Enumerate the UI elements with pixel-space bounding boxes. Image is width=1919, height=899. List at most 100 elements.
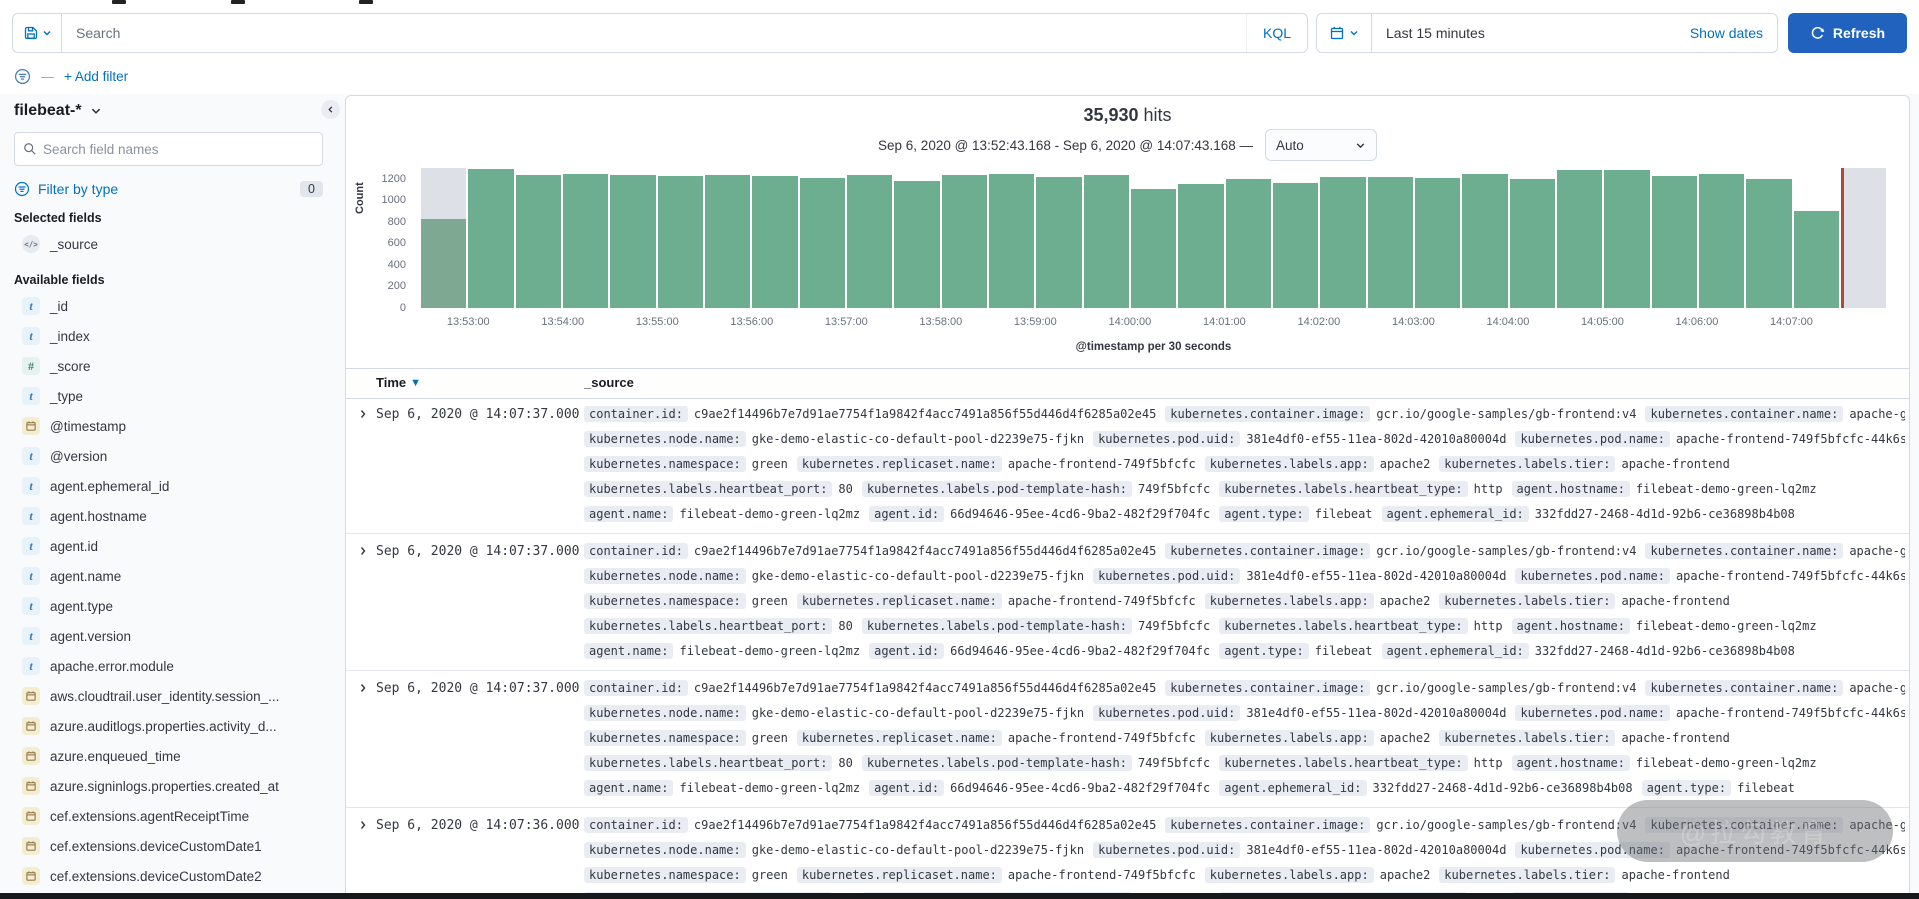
- histogram-bucket-13:59:00[interactable]: [1036, 166, 1081, 308]
- histogram-bucket-13:54:30[interactable]: [610, 166, 655, 308]
- expand-row-button[interactable]: [356, 407, 370, 421]
- field-key-badge: agent.type:: [1219, 643, 1308, 659]
- histogram-bucket-14:07:00[interactable]: [1794, 166, 1839, 308]
- histogram-bucket-14:04:00[interactable]: [1510, 166, 1555, 308]
- show-dates-button[interactable]: Show dates: [1690, 25, 1777, 41]
- histogram-bucket-13:54:00[interactable]: [563, 166, 608, 308]
- saved-query-menu-button[interactable]: [12, 13, 61, 53]
- histogram-bucket-13:55:30[interactable]: [705, 166, 750, 308]
- filter-by-type-label: Filter by type: [38, 181, 118, 197]
- field-item-agent.hostname[interactable]: tagent.hostname: [14, 501, 323, 531]
- field-item-azure.auditlogs.properties.activity_d...[interactable]: azure.auditlogs.properties.activity_d...: [14, 711, 323, 741]
- histogram-bucket-13:57:00[interactable]: [847, 166, 892, 308]
- histogram-bucket-14:03:30[interactable]: [1462, 166, 1507, 308]
- date-picker-calendar-button[interactable]: [1317, 14, 1372, 52]
- search-input[interactable]: [62, 25, 1246, 41]
- filter-by-type-button[interactable]: Filter by type 0: [14, 181, 323, 197]
- field-value-pair: agent.name:filebeat-demo-green-lq2mz: [584, 780, 860, 796]
- field-item-aws.cloudtrail.user_identity.session_...[interactable]: aws.cloudtrail.user_identity.session_...: [14, 681, 323, 711]
- field-key-badge: kubernetes.container.image:: [1165, 406, 1370, 422]
- histogram-bucket-14:02:30[interactable]: [1368, 166, 1413, 308]
- expand-row-button[interactable]: [356, 818, 370, 832]
- y-tick-0: 0: [366, 302, 406, 314]
- field-item-agent.name[interactable]: tagent.name: [14, 561, 323, 591]
- field-value-pair: kubernetes.container.image:gcr.io/google…: [1165, 817, 1636, 833]
- filter-menu-icon[interactable]: [14, 68, 31, 85]
- string-field-icon: t: [22, 537, 40, 555]
- histogram-bucket-13:57:30[interactable]: [894, 166, 939, 308]
- histogram-bucket-13:58:30[interactable]: [989, 166, 1034, 308]
- source-column-header: _source: [584, 375, 634, 390]
- field-key-badge: kubernetes.labels.app:: [1205, 730, 1374, 746]
- histogram-bucket-13:56:00[interactable]: [752, 166, 797, 308]
- selected-fields-list: </>_source: [14, 229, 323, 259]
- filter-circle-icon: [14, 181, 30, 197]
- screenshot-bottom-strip: [0, 893, 1919, 899]
- histogram-bucket-14:03:00[interactable]: [1415, 166, 1460, 308]
- expand-row-button[interactable]: [356, 681, 370, 695]
- field-item-_id[interactable]: t_id: [14, 291, 323, 321]
- string-field-icon: t: [22, 297, 40, 315]
- query-language-button[interactable]: KQL: [1246, 14, 1307, 52]
- histogram-bucket-13:53:00[interactable]: [468, 166, 513, 308]
- histogram-bucket-14:05:00[interactable]: [1604, 166, 1649, 308]
- histogram-bucket-13:55:00[interactable]: [658, 166, 703, 308]
- histogram-bucket-13:58:00[interactable]: [942, 166, 987, 308]
- expand-row-button[interactable]: [356, 544, 370, 558]
- histogram-bucket-13:53:30[interactable]: [516, 166, 561, 308]
- histogram-bucket-14:00:30[interactable]: [1178, 166, 1223, 308]
- histogram-bucket-14:07:30[interactable]: [1841, 166, 1886, 308]
- refresh-button-label: Refresh: [1833, 25, 1885, 41]
- field-item-cef.extensions.agentReceiptTime[interactable]: cef.extensions.agentReceiptTime: [14, 801, 323, 831]
- histogram-bucket-13:52:30[interactable]: [421, 166, 466, 308]
- histogram-bucket-14:00:00[interactable]: [1131, 166, 1176, 308]
- field-value-pair: kubernetes.replicaset.name:apache-fronte…: [797, 867, 1196, 883]
- field-item-_source[interactable]: </>_source: [14, 229, 323, 259]
- field-key-badge: kubernetes.container.name:: [1645, 680, 1843, 696]
- field-item-@timestamp[interactable]: @timestamp: [14, 411, 323, 441]
- field-key-badge: kubernetes.replicaset.name:: [797, 867, 1002, 883]
- field-item-cef.extensions.deviceCustomDate2[interactable]: cef.extensions.deviceCustomDate2: [14, 861, 323, 891]
- histogram-bucket-14:05:30[interactable]: [1652, 166, 1697, 308]
- histogram-bucket-14:02:00[interactable]: [1320, 166, 1365, 308]
- field-item-agent.version[interactable]: tagent.version: [14, 621, 323, 651]
- field-key-badge: agent.hostname:: [1512, 481, 1630, 497]
- histogram-bucket-13:59:30[interactable]: [1084, 166, 1129, 308]
- field-item-azure.signinlogs.properties.created_at[interactable]: azure.signinlogs.properties.created_at: [14, 771, 323, 801]
- field-item-apache.error.module[interactable]: tapache.error.module: [14, 651, 323, 681]
- add-filter-button[interactable]: + Add filter: [64, 69, 128, 84]
- histogram-bucket-14:01:00[interactable]: [1226, 166, 1271, 308]
- histogram-bucket-14:06:30[interactable]: [1746, 166, 1791, 308]
- collapse-sidebar-button[interactable]: [321, 100, 340, 119]
- histogram-bucket-13:56:30[interactable]: [800, 166, 845, 308]
- field-item-_score[interactable]: #_score: [14, 351, 323, 381]
- field-key-badge: kubernetes.pod.name:: [1515, 705, 1670, 721]
- row-source: container.id:c9ae2f14496b7e7d91ae7754f1a…: [584, 401, 1905, 526]
- histogram-bucket-14:04:30[interactable]: [1557, 166, 1602, 308]
- field-item-azure.enqueued_time[interactable]: azure.enqueued_time: [14, 741, 323, 771]
- hits-label: hits: [1144, 105, 1172, 125]
- field-item-_type[interactable]: t_type: [14, 381, 323, 411]
- string-field-icon: t: [22, 597, 40, 615]
- y-tick-400: 400: [366, 259, 406, 271]
- field-search-input[interactable]: [37, 141, 314, 158]
- refresh-button[interactable]: Refresh: [1788, 13, 1907, 53]
- fields-sidebar: filebeat-* Filter by type 0: [0, 94, 337, 899]
- histogram-bucket-14:06:00[interactable]: [1699, 166, 1744, 308]
- index-pattern-selector[interactable]: filebeat-*: [14, 102, 323, 120]
- table-row-2: Sep 6, 2020 @ 14:07:37.000container.id:c…: [346, 671, 1909, 808]
- time-range-value[interactable]: Last 15 minutes: [1372, 25, 1485, 41]
- field-item-agent.type[interactable]: tagent.type: [14, 591, 323, 621]
- field-value-pair: kubernetes.labels.heartbeat_type:http: [1219, 618, 1502, 634]
- interval-select[interactable]: Auto: [1265, 129, 1377, 161]
- field-key-badge: kubernetes.container.image:: [1165, 543, 1370, 559]
- field-item-_index[interactable]: t_index: [14, 321, 323, 351]
- string-field-icon: t: [22, 627, 40, 645]
- field-item-@version[interactable]: t@version: [14, 441, 323, 471]
- field-item-cef.extensions.deviceCustomDate1[interactable]: cef.extensions.deviceCustomDate1: [14, 831, 323, 861]
- time-column-header[interactable]: Time ▼: [376, 375, 421, 390]
- field-value-pair: kubernetes.pod.uid:381e4df0-ef55-11ea-80…: [1093, 431, 1506, 447]
- field-item-agent.ephemeral_id[interactable]: tagent.ephemeral_id: [14, 471, 323, 501]
- histogram-bucket-14:01:30[interactable]: [1273, 166, 1318, 308]
- field-item-agent.id[interactable]: tagent.id: [14, 531, 323, 561]
